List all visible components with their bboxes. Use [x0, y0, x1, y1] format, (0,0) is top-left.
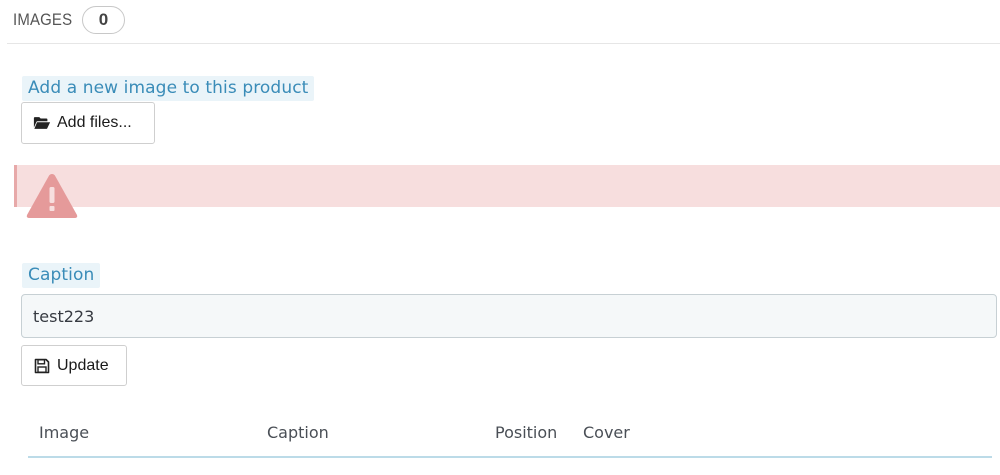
folder-open-icon	[33, 114, 51, 132]
caption-input[interactable]	[21, 294, 997, 338]
images-table-header: Image Caption Position Cover	[28, 410, 992, 458]
update-button[interactable]: Update	[21, 345, 127, 386]
column-header-caption[interactable]: Caption	[267, 423, 329, 442]
image-count-badge: 0	[82, 6, 125, 34]
column-header-position[interactable]: Position	[495, 423, 557, 442]
error-alert	[14, 165, 1000, 207]
warning-triangle-icon	[25, 172, 79, 224]
panel-title: IMAGES	[13, 10, 73, 29]
caption-label: Caption	[22, 263, 101, 288]
add-image-label: Add a new image to this product	[22, 76, 315, 101]
floppy-disk-icon	[33, 357, 51, 375]
update-label: Update	[57, 356, 109, 374]
add-files-button[interactable]: Add files...	[21, 102, 155, 144]
add-files-label: Add files...	[57, 114, 132, 131]
column-header-image[interactable]: Image	[39, 423, 89, 442]
column-header-cover[interactable]: Cover	[583, 423, 630, 442]
panel-heading: IMAGES 0	[7, 0, 1000, 44]
